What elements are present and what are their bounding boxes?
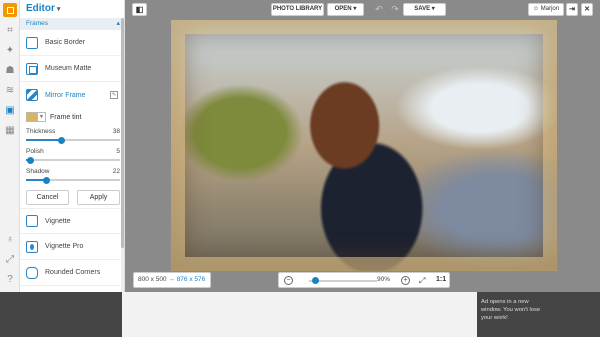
editor-menu[interactable]: Editor ▾ <box>20 0 124 18</box>
chevron-up-icon: ▴ <box>116 20 120 27</box>
tint-color-swatch[interactable] <box>26 112 38 122</box>
edit-options-icon[interactable]: ✎ <box>110 91 118 99</box>
apply-button[interactable]: Apply <box>77 189 120 205</box>
app-logo-icon[interactable] <box>3 3 17 17</box>
chevron-down-icon: ▾ <box>431 6 435 12</box>
frame-tint-row: ▼ Frame tint <box>20 108 124 126</box>
frame-item-vignette[interactable]: Vignette <box>20 208 124 234</box>
save-button[interactable]: SAVE ▾ <box>403 3 446 16</box>
chevron-down-icon: ▾ <box>353 6 357 12</box>
tint-dropdown-icon[interactable]: ▼ <box>38 112 46 122</box>
zoom-out-icon[interactable]: − <box>284 276 293 285</box>
vignette-thumb-icon <box>26 215 38 227</box>
scrollbar-thumb[interactable] <box>121 18 124 248</box>
museum-matte-thumb-icon <box>26 62 38 75</box>
frame-item-rounded-corners[interactable]: Rounded Corners <box>20 260 124 286</box>
redo-icon[interactable]: ↷ <box>389 3 401 16</box>
new-size: 876 x 576 <box>176 276 206 283</box>
logout-icon[interactable]: ⇥ <box>566 3 578 16</box>
undo-icon[interactable]: ↶ <box>373 3 385 16</box>
item-label: Rounded Corners <box>45 269 101 276</box>
frame-item-vignette-pro[interactable]: Vignette Pro <box>20 234 124 260</box>
retouch-icon[interactable]: ☗ <box>4 65 16 77</box>
zoom-controls: − 90% + ⤢ 1:1 <box>278 272 450 288</box>
user-name: Marjon <box>540 6 560 12</box>
zoom-slider-track[interactable] <box>309 280 377 282</box>
arrow-icon: → <box>168 276 175 283</box>
item-label: Vignette Pro <box>45 243 84 250</box>
fit-screen-icon[interactable]: ⤢ <box>419 276 425 285</box>
texture-icon[interactable]: ▦ <box>4 125 16 137</box>
open-button[interactable]: OPEN ▾ <box>327 3 364 16</box>
frame-item-museum-matte[interactable]: Museum Matte <box>20 56 124 82</box>
slider-track[interactable] <box>26 156 120 164</box>
slider-thickness[interactable]: Thickness 38 <box>20 126 124 146</box>
tool-rail: ⌗ ✦ ☗ ≋ ▣ ▦ ♁ ⤢ ? <box>0 0 20 292</box>
frames-panel: Editor ▾ Frames ▴ Basic Border Museum Mat… <box>20 0 125 292</box>
section-title: Frames <box>26 20 49 27</box>
crop-icon[interactable]: ⌗ <box>4 25 16 37</box>
photo-library-button[interactable]: PHOTO LIBRARY <box>271 3 324 16</box>
slider-value: 38 <box>112 128 120 135</box>
panel-scrollbar[interactable] <box>121 18 124 292</box>
slider-handle[interactable] <box>27 156 35 164</box>
item-label: Basic Border <box>45 39 86 46</box>
action-buttons: Cancel Apply <box>20 186 124 208</box>
compare-icon[interactable]: ◧ <box>132 3 147 16</box>
chevron-down-icon: ▾ <box>56 6 61 13</box>
section-header-frames[interactable]: Frames ▴ <box>20 18 124 30</box>
basic-border-thumb-icon <box>26 36 38 49</box>
ad-banner[interactable] <box>122 292 477 337</box>
zoom-slider-handle[interactable] <box>312 277 320 284</box>
layers-icon[interactable]: ≋ <box>4 85 16 97</box>
item-label: Mirror Frame <box>45 91 86 99</box>
vignette-pro-thumb-icon <box>26 240 38 253</box>
slider-handle[interactable] <box>58 136 66 144</box>
magic-wand-icon[interactable]: ✦ <box>4 45 16 57</box>
close-icon[interactable]: ✕ <box>581 3 593 16</box>
slider-value: 22 <box>112 168 120 175</box>
help-icon[interactable]: ? <box>4 274 16 286</box>
tint-label: Frame tint <box>50 113 82 121</box>
zoom-in-icon[interactable]: + <box>401 276 410 285</box>
slider-track[interactable] <box>26 176 120 184</box>
frame-item-mirror-frame[interactable]: Mirror Frame ✎ <box>20 82 124 108</box>
frame-item-basic-border[interactable]: Basic Border <box>20 30 124 56</box>
rounded-corners-thumb-icon <box>26 266 38 279</box>
image-dimensions: 800 x 500 → 876 x 576 <box>133 272 211 288</box>
item-label: Vignette <box>45 217 71 225</box>
lightbulb-icon[interactable]: ♁ <box>4 234 16 246</box>
slider-label: Polish <box>26 148 44 155</box>
ad-note: Ad opens in a new window. You won't lose… <box>481 299 541 321</box>
mirror-frame-thumb-icon <box>26 89 38 101</box>
fullscreen-icon[interactable]: ⤢ <box>4 254 16 266</box>
slider-handle[interactable] <box>43 176 51 184</box>
slider-label: Thickness <box>26 128 56 135</box>
slider-polish[interactable]: Polish 5 <box>20 146 124 166</box>
photo-canvas[interactable] <box>171 20 557 271</box>
cancel-button[interactable]: Cancel <box>26 189 69 205</box>
slider-value: 5 <box>116 148 120 155</box>
editor-title: Editor <box>26 3 55 14</box>
slider-fill <box>26 139 62 141</box>
open-label: OPEN <box>334 6 352 12</box>
original-size: 800 x 500 <box>138 276 167 283</box>
user-icon: ☺ <box>532 6 540 12</box>
slider-label: Shadow <box>26 168 50 175</box>
save-label: SAVE <box>414 6 431 12</box>
actual-size-button[interactable]: 1:1 <box>436 273 446 287</box>
slider-shadow[interactable]: Shadow 22 <box>20 166 124 186</box>
slider-track[interactable] <box>26 136 120 144</box>
user-menu[interactable]: ☺ Marjon <box>528 3 564 16</box>
mirror-frame-overlay <box>171 20 557 271</box>
item-label: Museum Matte <box>45 65 92 72</box>
frames-icon[interactable]: ▣ <box>4 105 16 117</box>
zoom-percent: 90% <box>377 276 391 283</box>
